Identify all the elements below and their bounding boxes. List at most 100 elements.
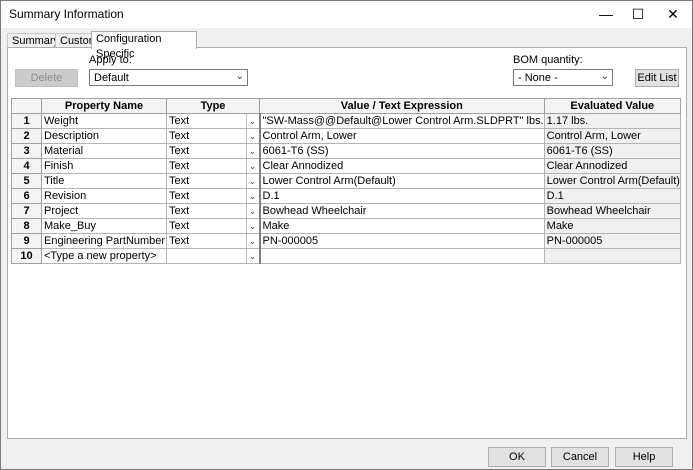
table-row[interactable]: 1 Weight Text ⌄ "SW-Mass@@Default@Lower Cont…	[11, 113, 681, 129]
type-value: Text	[169, 145, 190, 157]
type-value: Text	[169, 130, 190, 142]
property-name-cell[interactable]: Material	[41, 143, 167, 159]
property-name-cell[interactable]: Make_Buy	[41, 218, 167, 234]
value-expression-cell[interactable]: Control Arm, Lower	[259, 128, 545, 144]
value-expression-cell[interactable]: PN-000005	[259, 233, 545, 249]
row-number[interactable]: 6	[11, 188, 42, 204]
table-header-row: Property Name Type Value / Text Expressi…	[11, 98, 681, 114]
table-row[interactable]: 8 Make_Buy Text ⌄ Make Make	[11, 218, 681, 234]
title-bar[interactable]: Summary Information — ☐ ✕	[1, 1, 692, 28]
chevron-down-icon[interactable]: ⌄	[245, 219, 258, 233]
value-expression-cell[interactable]: Lower Control Arm(Default)	[259, 173, 545, 189]
value-expression-cell[interactable]	[259, 248, 545, 264]
evaluated-value-cell: Clear Annodized	[543, 158, 681, 174]
property-name-cell[interactable]: Title	[41, 173, 167, 189]
property-name-cell[interactable]: Revision	[41, 188, 167, 204]
bom-quantity-label: BOM quantity:	[513, 54, 583, 66]
value-expression-cell[interactable]: Bowhead Wheelchair	[259, 203, 545, 219]
type-cell[interactable]: Text ⌄	[166, 203, 261, 219]
row-number[interactable]: 7	[11, 203, 42, 219]
close-icon[interactable]: ✕	[656, 1, 690, 27]
minimize-icon[interactable]: —	[589, 1, 623, 27]
property-name-cell[interactable]: <Type a new property>	[41, 248, 167, 264]
type-cell[interactable]: Text ⌄	[166, 188, 261, 204]
table-row[interactable]: 4 Finish Text ⌄ Clear Annodized Clear Annodiz…	[11, 158, 681, 174]
bom-quantity-dropdown[interactable]: - None - ⌄	[513, 69, 613, 86]
type-value: Text	[169, 205, 190, 217]
type-value: Text	[169, 175, 190, 187]
evaluated-value-cell: D.1	[543, 188, 681, 204]
type-cell[interactable]: Text ⌄	[166, 233, 261, 249]
value-expression-cell[interactable]: 6061-T6 (SS)	[259, 143, 545, 159]
table-row[interactable]: 6 Revision Text ⌄ D.1 D.1	[11, 188, 681, 204]
evaluated-value-cell: 6061-T6 (SS)	[543, 143, 681, 159]
chevron-down-icon[interactable]: ⌄	[245, 114, 258, 128]
type-cell[interactable]: Text ⌄	[166, 218, 261, 234]
evaluated-value-cell: Make	[543, 218, 681, 234]
type-cell[interactable]: Text ⌄	[166, 173, 261, 189]
chevron-down-icon[interactable]: ⌄	[245, 249, 258, 263]
chevron-down-icon[interactable]: ⌄	[245, 129, 258, 143]
type-value: Text	[169, 160, 190, 172]
table-row[interactable]: 2 Description Text ⌄ Control Arm, Lower Contr…	[11, 128, 681, 144]
property-name-cell[interactable]: Project	[41, 203, 167, 219]
chevron-down-icon[interactable]: ⌄	[245, 234, 258, 248]
evaluated-value-cell: Control Arm, Lower	[543, 128, 681, 144]
chevron-down-icon: ⌄	[235, 71, 244, 82]
chevron-down-icon[interactable]: ⌄	[245, 204, 258, 218]
row-number[interactable]: 3	[11, 143, 42, 159]
help-button[interactable]: Help	[615, 447, 673, 467]
type-cell[interactable]: Text ⌄	[166, 143, 261, 159]
table-row[interactable]: 5 Title Text ⌄ Lower Control Arm(Default) Low…	[11, 173, 681, 189]
apply-to-value: Default	[94, 72, 129, 84]
type-value: Text	[169, 190, 190, 202]
type-value: Text	[169, 220, 190, 232]
row-number[interactable]: 4	[11, 158, 42, 174]
type-cell[interactable]: Text ⌄	[166, 113, 261, 129]
evaluated-value-cell: Lower Control Arm(Default)	[543, 173, 681, 189]
chevron-down-icon[interactable]: ⌄	[245, 144, 258, 158]
chevron-down-icon[interactable]: ⌄	[245, 174, 258, 188]
header-type[interactable]: Type	[166, 98, 260, 114]
delete-button[interactable]: Delete	[15, 69, 78, 87]
property-name-cell[interactable]: Engineering PartNumber	[41, 233, 167, 249]
edit-list-button[interactable]: Edit List	[635, 69, 679, 87]
header-property-name[interactable]: Property Name	[41, 98, 167, 114]
evaluated-value-cell: Bowhead Wheelchair	[543, 203, 681, 219]
window-title: Summary Information	[9, 7, 124, 21]
cancel-button[interactable]: Cancel	[551, 447, 609, 467]
maximize-icon[interactable]: ☐	[621, 1, 655, 27]
type-cell[interactable]: Text ⌄	[166, 128, 261, 144]
row-number[interactable]: 5	[11, 173, 42, 189]
table-row[interactable]: 3 Material Text ⌄ 6061-T6 (SS) 6061-T6 (SS)	[11, 143, 681, 159]
row-number[interactable]: 8	[11, 218, 42, 234]
row-number[interactable]: 10	[11, 248, 42, 264]
row-number[interactable]: 1	[11, 113, 42, 129]
header-value-text-expression[interactable]: Value / Text Expression	[259, 98, 545, 114]
table-row[interactable]: 10 <Type a new property> ⌄	[11, 248, 681, 264]
evaluated-value-cell	[543, 248, 681, 264]
type-cell[interactable]: Text ⌄	[166, 158, 261, 174]
property-name-cell[interactable]: Finish	[41, 158, 167, 174]
property-name-cell[interactable]: Weight	[41, 113, 167, 129]
row-number[interactable]: 2	[11, 128, 42, 144]
type-value: Text	[169, 115, 190, 127]
table-row[interactable]: 9 Engineering PartNumber Text ⌄ PN-000005 PN-…	[11, 233, 681, 249]
value-expression-cell[interactable]: Make	[259, 218, 545, 234]
tab-configuration-specific[interactable]: Configuration Specific	[91, 31, 197, 60]
chevron-down-icon[interactable]: ⌄	[245, 189, 258, 203]
value-expression-cell[interactable]: D.1	[259, 188, 545, 204]
ok-button[interactable]: OK	[488, 447, 546, 467]
row-number[interactable]: 9	[11, 233, 42, 249]
chevron-down-icon: ⌄	[600, 71, 609, 82]
corner-cell	[11, 98, 42, 114]
apply-to-dropdown[interactable]: Default ⌄	[89, 69, 248, 86]
type-cell[interactable]: ⌄	[166, 248, 261, 264]
bom-quantity-value: - None -	[518, 72, 558, 84]
header-evaluated-value[interactable]: Evaluated Value	[543, 98, 681, 114]
value-expression-cell[interactable]: Clear Annodized	[259, 158, 545, 174]
property-name-cell[interactable]: Description	[41, 128, 167, 144]
table-row[interactable]: 7 Project Text ⌄ Bowhead Wheelchair Bowhead W…	[11, 203, 681, 219]
chevron-down-icon[interactable]: ⌄	[245, 159, 258, 173]
value-expression-cell[interactable]: "SW-Mass@@Default@Lower Control Arm.SLDP…	[259, 113, 545, 129]
